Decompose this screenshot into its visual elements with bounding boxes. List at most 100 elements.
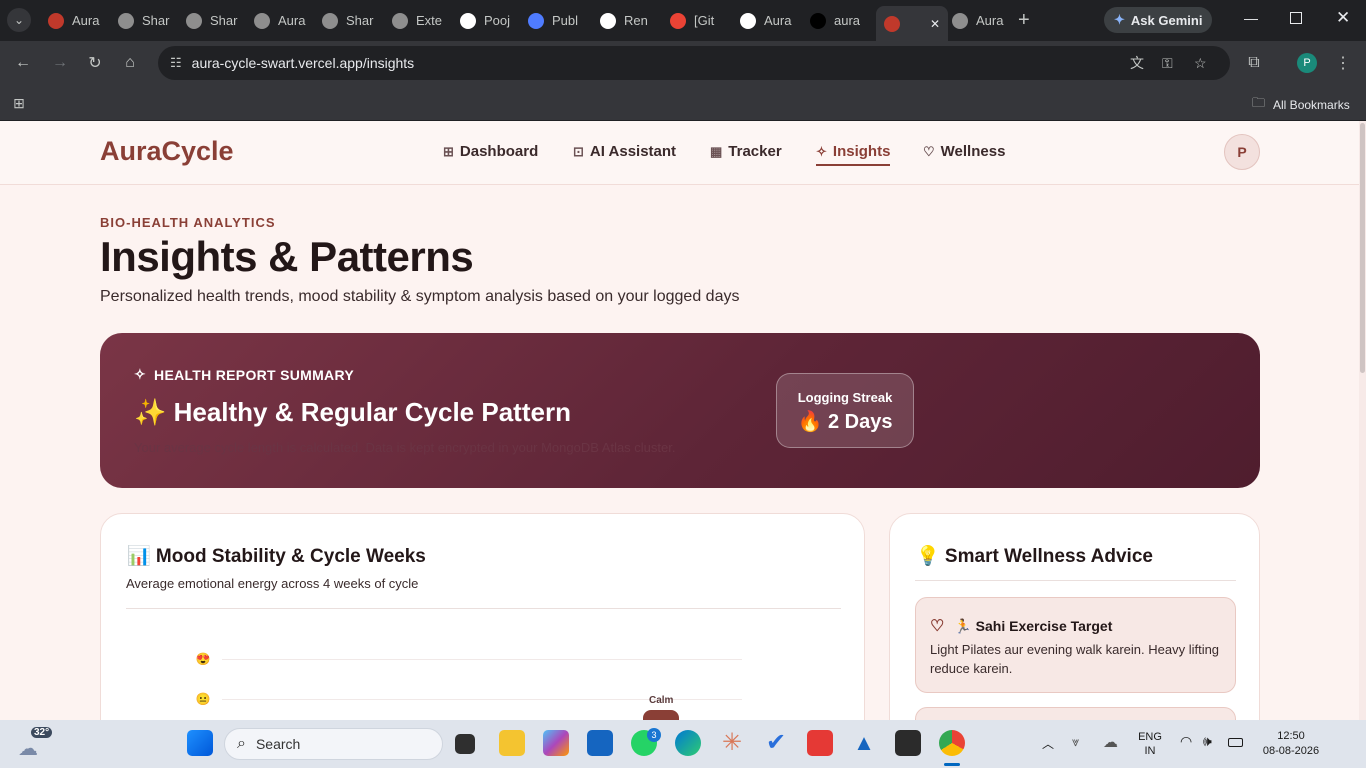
page-scrollbar-thumb[interactable] bbox=[1360, 123, 1365, 373]
chrome-icon[interactable] bbox=[939, 730, 965, 756]
browser-tab[interactable]: ✕ bbox=[876, 6, 949, 41]
streak-label: Logging Streak bbox=[797, 390, 893, 405]
advice-item: ♡ 🏃 Sahi Exercise Target Light Pilates a… bbox=[915, 597, 1236, 693]
onedrive-icon[interactable]: ☁ bbox=[1103, 733, 1118, 751]
all-bookmarks-button[interactable]: 🗀 All Bookmarks bbox=[1252, 94, 1350, 116]
heart-outline-icon[interactable]: ♡ bbox=[930, 616, 944, 636]
browser-tab[interactable]: Pooj bbox=[452, 6, 518, 35]
address-bar[interactable]: ☷ aura-cycle-swart.vercel.app/insights 文… bbox=[158, 46, 1230, 80]
taskbar-search[interactable]: ⌕ Search bbox=[224, 728, 443, 760]
bookmark-star-icon[interactable]: ☆ bbox=[1194, 55, 1207, 72]
apps-grid-icon[interactable]: ⊞ bbox=[7, 91, 31, 115]
browser-tab[interactable]: Aura bbox=[40, 6, 107, 35]
start-windows-icon[interactable] bbox=[187, 730, 213, 756]
menu-kebab-icon[interactable]: ⋮ bbox=[1331, 51, 1355, 75]
lang-line2: IN bbox=[1144, 745, 1156, 757]
password-key-icon[interactable]: ⚿ bbox=[1162, 55, 1173, 72]
copilot-icon[interactable] bbox=[543, 730, 569, 756]
tab-close-icon[interactable]: ✕ bbox=[930, 17, 940, 31]
translate-icon[interactable]: 文 bbox=[1130, 53, 1144, 73]
clock[interactable]: 12:50 08-08-2026 bbox=[1256, 729, 1326, 759]
tab-label: Publ bbox=[552, 13, 579, 28]
mood-mid-emoji: 😐 bbox=[195, 692, 211, 706]
nav-ai-assistant[interactable]: ⊡ AI Assistant bbox=[573, 143, 676, 160]
claude-icon[interactable]: ✳ bbox=[719, 730, 745, 756]
browser-tab[interactable]: Shar bbox=[178, 6, 245, 35]
reload-icon[interactable]: ↻ bbox=[83, 51, 107, 75]
cloud-icon: ☁ bbox=[18, 738, 38, 760]
home-icon[interactable]: ⌂ bbox=[118, 51, 142, 75]
minimize-button[interactable]: — bbox=[1244, 10, 1258, 26]
chrome-active-indicator bbox=[944, 763, 960, 766]
wifi-icon[interactable]: ◠ bbox=[1180, 733, 1192, 750]
mood-bar[interactable] bbox=[643, 710, 679, 720]
site-nav: AuraCycle ⊞ Dashboard ⊡ AI Assistant ▦ Trac… bbox=[0, 121, 1366, 185]
logging-streak-badge: Logging Streak 🔥 2 Days bbox=[776, 373, 914, 448]
browser-tab[interactable]: [Git bbox=[662, 6, 722, 35]
new-tab-button[interactable]: + bbox=[1018, 9, 1030, 32]
tab-label: Exte bbox=[416, 13, 443, 28]
forward-icon[interactable]: → bbox=[48, 51, 72, 75]
nav-insights[interactable]: ✧ Insights bbox=[816, 143, 891, 166]
volume-icon[interactable]: 🕪 bbox=[1203, 733, 1212, 750]
browser-tab[interactable]: Shar bbox=[110, 6, 177, 35]
browser-tab[interactable]: Publ bbox=[520, 6, 586, 35]
todo-icon[interactable]: ✔ bbox=[763, 730, 789, 756]
ask-gemini-button[interactable]: ✦ Ask Gemini bbox=[1104, 7, 1213, 33]
browser-tab[interactable]: Aura bbox=[944, 6, 1011, 35]
tab-favicon-icon bbox=[254, 12, 270, 29]
tab-search-chevron-icon[interactable]: ⌄ bbox=[7, 8, 31, 32]
mood-card-subtitle: Average emotional energy across 4 weeks … bbox=[126, 576, 419, 591]
wps-icon[interactable] bbox=[807, 730, 833, 756]
browser-tab[interactable]: Aura bbox=[246, 6, 313, 35]
tray-app-icon[interactable]: ⩔ bbox=[1072, 734, 1079, 750]
edge-icon[interactable] bbox=[675, 730, 701, 756]
terminal-icon[interactable] bbox=[895, 730, 921, 756]
extensions-icon[interactable]: ⧉ bbox=[1242, 51, 1266, 75]
nav-dashboard[interactable]: ⊞ Dashboard bbox=[443, 143, 538, 160]
language-indicator[interactable]: ENG IN bbox=[1136, 730, 1164, 758]
restore-button[interactable] bbox=[1290, 12, 1302, 24]
tab-label: Ren bbox=[624, 13, 648, 28]
tab-favicon-icon bbox=[186, 12, 202, 29]
tab-favicon-icon bbox=[670, 12, 686, 29]
site-info-icon[interactable]: ☷ bbox=[170, 55, 182, 71]
browser-tab[interactable]: Exte bbox=[384, 6, 450, 35]
browser-tab[interactable]: aura bbox=[802, 6, 868, 35]
mood-stability-card: 📊 Mood Stability & Cycle Weeks Average e… bbox=[100, 513, 865, 720]
close-window-button[interactable]: ✕ bbox=[1336, 8, 1350, 28]
search-icon: ⌕ bbox=[237, 735, 246, 752]
profile-avatar[interactable]: P bbox=[1297, 53, 1317, 73]
browser-tab-strip: ⌄ Aura Shar Shar Aura Shar Exte Pooj Publ Ren [Gi… bbox=[0, 0, 1366, 41]
tab-label: [Git bbox=[694, 13, 715, 28]
file-explorer-icon[interactable] bbox=[499, 730, 525, 756]
tab-label: Pooj bbox=[484, 13, 511, 28]
tab-favicon-icon bbox=[322, 12, 338, 29]
back-icon[interactable]: ← bbox=[11, 51, 35, 75]
weather-widget[interactable]: ☁ 32° bbox=[18, 727, 53, 760]
page-content: AuraCycle ⊞ Dashboard ⊡ AI Assistant ▦ Trac… bbox=[0, 121, 1366, 720]
ms-store-icon[interactable] bbox=[587, 730, 613, 756]
site-logo[interactable]: AuraCycle bbox=[100, 136, 234, 167]
nav-tracker[interactable]: ▦ Tracker bbox=[710, 143, 782, 160]
mood-high-emoji: 😍 bbox=[195, 652, 211, 666]
advice-card-divider bbox=[915, 580, 1236, 581]
mood-bar-label: Calm bbox=[649, 695, 674, 706]
tab-favicon-icon bbox=[952, 12, 968, 29]
vercel-app-icon[interactable]: ▲ bbox=[851, 730, 877, 756]
battery-icon[interactable] bbox=[1228, 738, 1243, 747]
nav-wellness[interactable]: ♡ Wellness bbox=[923, 143, 1005, 160]
tab-favicon-icon bbox=[884, 15, 900, 32]
health-summary-banner: ✧ HEALTH REPORT SUMMARY ✨ Healthy & Regu… bbox=[100, 333, 1260, 488]
advice-card-title: 💡 Smart Wellness Advice bbox=[916, 546, 1153, 567]
browser-tab[interactable]: Ren bbox=[592, 6, 656, 35]
mood-card-divider bbox=[126, 608, 841, 609]
tray-chevron-icon[interactable]: ︿ bbox=[1042, 735, 1054, 752]
nav-insights-label: Insights bbox=[832, 143, 891, 160]
tab-label: Shar bbox=[142, 13, 170, 28]
task-view-icon[interactable] bbox=[455, 734, 475, 754]
browser-tab[interactable]: Shar bbox=[314, 6, 381, 35]
user-avatar[interactable]: P bbox=[1224, 134, 1260, 170]
browser-tab[interactable]: Aura bbox=[732, 6, 799, 35]
nav-ai-assistant-label: AI Assistant bbox=[589, 143, 677, 160]
